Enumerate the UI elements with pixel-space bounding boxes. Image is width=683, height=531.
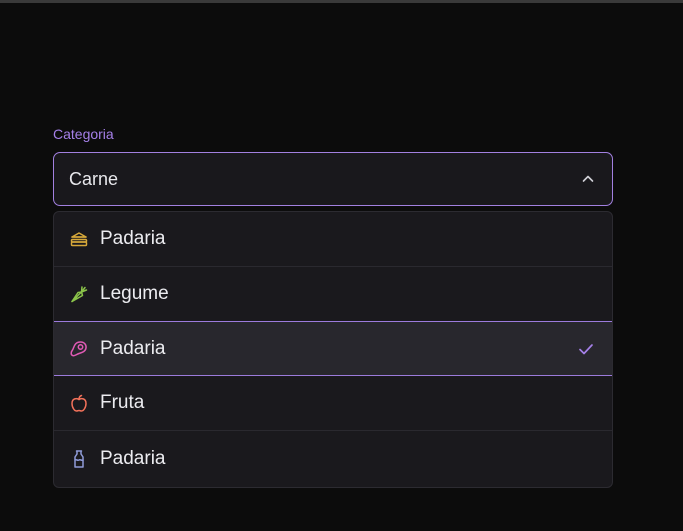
check-icon (577, 340, 595, 358)
option-padaria[interactable]: Padaria (54, 431, 612, 486)
category-field: Categoria Carne Padaria Legume Padaria F… (53, 124, 613, 488)
category-options-list: Padaria Legume Padaria Fruta Padaria (53, 211, 613, 488)
milk-icon (69, 449, 89, 469)
option-label: Legume (100, 283, 169, 304)
option-padaria[interactable]: Padaria (54, 212, 612, 267)
option-label: Padaria (100, 228, 166, 249)
option-label: Padaria (100, 447, 166, 469)
option-padaria-selected[interactable]: Padaria (54, 321, 612, 376)
chevron-up-icon (580, 171, 596, 187)
category-label: Categoria (53, 126, 114, 142)
beef-icon (69, 339, 89, 359)
window-top-border (0, 0, 683, 3)
carrot-icon (69, 284, 89, 304)
apple-icon (69, 393, 89, 413)
option-label: Padaria (100, 337, 166, 359)
option-fruta[interactable]: Fruta (54, 376, 612, 431)
sandwich-icon (69, 229, 89, 249)
category-select[interactable]: Carne (53, 152, 613, 206)
option-legume[interactable]: Legume (54, 267, 612, 322)
category-select-value: Carne (69, 168, 119, 189)
option-label: Fruta (100, 392, 145, 413)
